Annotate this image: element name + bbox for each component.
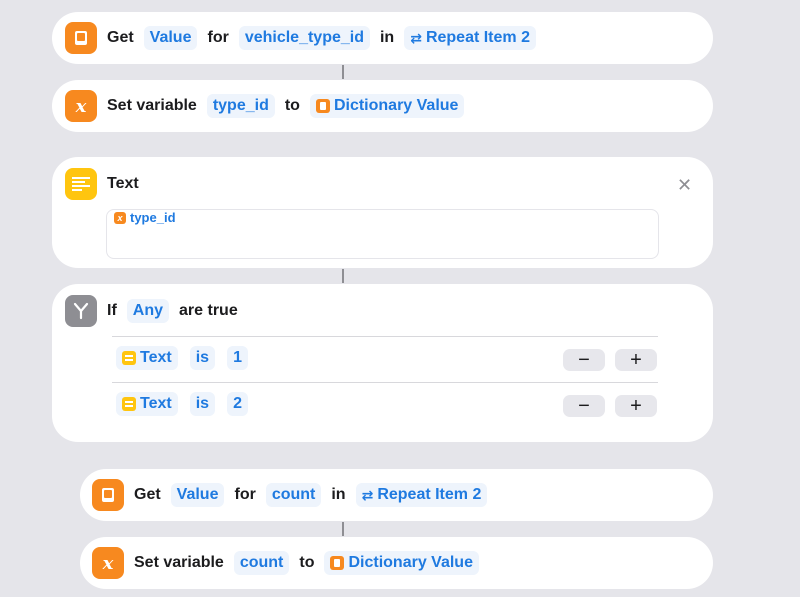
field-token[interactable]: vehicle_type_id	[238, 26, 370, 50]
source-label: Repeat Item 2	[425, 29, 530, 46]
key-token[interactable]: Value	[143, 26, 198, 50]
get-label: Get	[134, 486, 161, 503]
are-true-label: are true	[179, 302, 238, 319]
close-icon[interactable]: ✕	[677, 176, 692, 194]
any-token[interactable]: Any	[126, 299, 170, 323]
book-icon	[65, 22, 97, 54]
field-token[interactable]: count	[265, 483, 322, 507]
subject-label: Text	[140, 395, 172, 412]
dictionary-value-label: Dictionary Value	[333, 97, 459, 114]
for-label: for	[234, 486, 256, 503]
book-icon	[315, 99, 330, 113]
add-condition-button[interactable]: +	[615, 395, 657, 417]
book-icon	[92, 479, 124, 511]
variable-name-token[interactable]: type_id	[206, 94, 275, 118]
if-label: If	[107, 302, 117, 319]
condition-row: Text is 1	[116, 346, 248, 370]
branch-icon	[65, 295, 97, 327]
text-title: Text	[107, 175, 139, 192]
variable-x-icon: x	[65, 90, 97, 122]
operator-token[interactable]: is	[189, 392, 216, 416]
for-label: for	[207, 29, 229, 46]
key-token[interactable]: Value	[170, 483, 225, 507]
source-token[interactable]: ⇄ Repeat Item 2	[355, 483, 488, 507]
variable-name-token[interactable]: count	[233, 551, 290, 575]
source-token[interactable]: ⇄ Repeat Item 2	[404, 26, 536, 50]
set-variable-label: Set variable	[134, 554, 224, 571]
book-icon	[330, 556, 345, 570]
add-condition-button[interactable]: +	[615, 349, 657, 371]
in-label: in	[331, 486, 346, 503]
variable-x-icon: x	[92, 547, 124, 579]
text-field[interactable]	[106, 209, 659, 259]
remove-condition-button[interactable]: −	[563, 349, 605, 371]
set-variable-label: Set variable	[107, 97, 197, 114]
repeat-icon: ⇄	[361, 486, 374, 503]
dictionary-value-token[interactable]: Dictionary Value	[309, 94, 465, 118]
remove-condition-button[interactable]: −	[563, 395, 605, 417]
operator-token[interactable]: is	[189, 346, 216, 370]
subject-label: Text	[140, 349, 172, 366]
to-label: to	[284, 97, 300, 114]
value-token[interactable]: 2	[227, 392, 248, 416]
text-subject-token[interactable]: Text	[116, 392, 178, 416]
divider	[112, 336, 658, 337]
dictionary-value-token[interactable]: Dictionary Value	[324, 551, 479, 575]
connector	[342, 522, 344, 536]
variable-x-icon: x	[114, 211, 126, 224]
to-label: to	[299, 554, 315, 571]
in-label: in	[379, 29, 395, 46]
text-lines-icon	[122, 397, 136, 411]
connector	[342, 65, 344, 79]
type-id-token[interactable]: type_id	[130, 210, 176, 225]
get-label: Get	[107, 29, 134, 46]
dictionary-value-label: Dictionary Value	[348, 554, 473, 571]
divider	[112, 382, 658, 383]
source-label: Repeat Item 2	[377, 486, 482, 503]
text-lines-icon	[122, 351, 136, 365]
connector	[342, 269, 344, 283]
text-subject-token[interactable]: Text	[116, 346, 178, 370]
condition-row: Text is 2	[116, 392, 248, 416]
repeat-icon: ⇄	[410, 29, 422, 46]
text-lines-icon	[65, 168, 97, 200]
value-token[interactable]: 1	[227, 346, 248, 370]
